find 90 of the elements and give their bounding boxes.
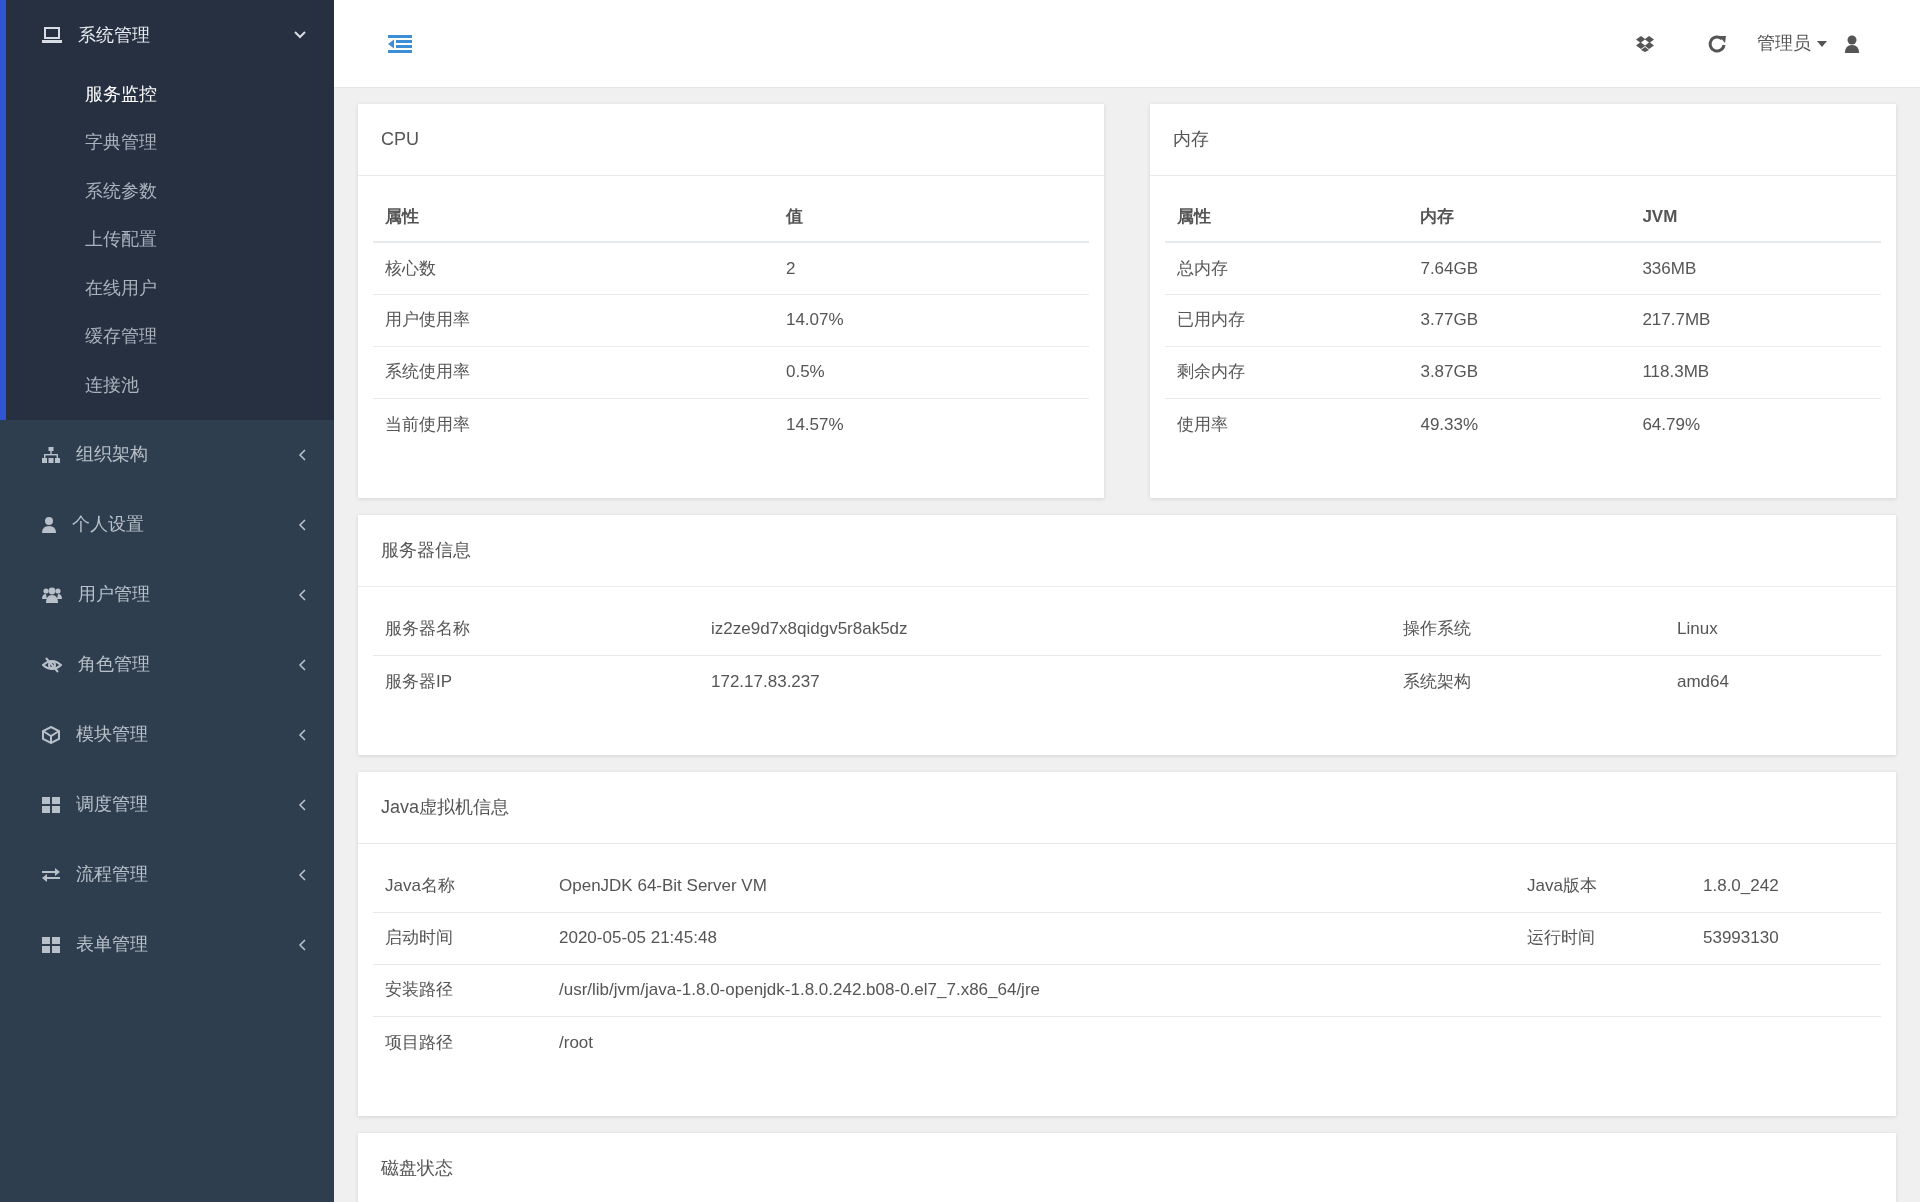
table-cell: 剩余内存: [1165, 346, 1409, 398]
exchange-icon: [42, 867, 60, 882]
person-icon: [42, 516, 56, 533]
submenu-item[interactable]: 字典管理: [6, 118, 334, 167]
table-cell: 已用内存: [1165, 294, 1409, 346]
chevron-left-icon: [298, 518, 306, 531]
sitemap-icon: [42, 446, 60, 463]
chevron-left-icon: [298, 868, 306, 881]
sidebar-menu-item[interactable]: 组织架构: [6, 419, 334, 490]
table-cell: 项目路径: [373, 1016, 547, 1068]
submenu-item[interactable]: 上传配置: [6, 215, 334, 264]
table-cell: 系统架构: [1391, 655, 1665, 707]
sidebar-menu-item[interactable]: 模块管理: [6, 699, 334, 770]
table-cell: 3.77GB: [1408, 294, 1631, 346]
chevron-left-icon: [298, 798, 306, 811]
table-cell: 64.79%: [1630, 398, 1881, 450]
panel-title: 服务器信息: [381, 539, 471, 562]
chevron-left-icon: [298, 448, 306, 461]
grid-icon: [42, 936, 60, 953]
panel-title: 内存: [1173, 128, 1209, 151]
table-cell: /usr/lib/jvm/java-1.8.0-openjdk-1.8.0.242.b08-0.el7_7.x86_64/jre: [547, 964, 1515, 1016]
menu-toggle-icon[interactable]: [388, 34, 412, 53]
table-cell: 系统使用率: [373, 346, 774, 398]
laptop-icon: [42, 27, 62, 43]
table-cell: 总内存: [1165, 242, 1409, 294]
table-cell: Java名称: [373, 860, 547, 912]
column-header: 值: [773, 192, 1089, 242]
box-icon[interactable]: [1636, 35, 1654, 52]
table-cell: 2: [773, 242, 1089, 294]
sidebar-menu-item[interactable]: 系统管理: [6, 0, 334, 70]
sidebar-menu-item[interactable]: 角色管理: [6, 629, 334, 700]
table-cell: 14.07%: [773, 294, 1089, 346]
refresh-icon[interactable]: [1707, 33, 1727, 54]
sidebar-menu-item[interactable]: 调度管理: [6, 769, 334, 840]
table-cell: 14.57%: [773, 398, 1089, 450]
table-cell: 启动时间: [373, 912, 547, 964]
table-cell: 53993130: [1691, 912, 1881, 964]
table-cell: 49.33%: [1408, 398, 1631, 450]
caret-icon: [1817, 40, 1827, 47]
column-header: 属性: [373, 192, 774, 242]
chevron-left-icon: [298, 938, 306, 951]
table-cell: 336MB: [1630, 242, 1881, 294]
submenu-item[interactable]: 缓存管理: [6, 312, 334, 361]
table-cell: /root: [547, 1016, 1515, 1068]
table-cell: 1.8.0_242: [1691, 860, 1881, 912]
table-cell: 用户使用率: [373, 294, 774, 346]
submenu-item[interactable]: 系统参数: [6, 167, 334, 216]
chevron-left-icon: [298, 658, 306, 671]
table-cell: 服务器名称: [373, 603, 699, 655]
table-cell: 核心数: [373, 242, 774, 294]
table-cell: 当前使用率: [373, 398, 774, 450]
table-cell: 118.3MB: [1630, 346, 1881, 398]
user-icon[interactable]: [1845, 34, 1859, 53]
chevron-left-icon: [298, 728, 306, 741]
people-icon: [42, 586, 62, 603]
table-cell: 7.64GB: [1408, 242, 1631, 294]
grid-icon: [42, 796, 60, 813]
submenu-item[interactable]: 服务监控: [6, 70, 334, 119]
cube-icon: [42, 725, 60, 744]
panel-title: CPU: [381, 128, 419, 151]
panel-title: Java虚拟机信息: [381, 796, 510, 819]
user-menu[interactable]: 管理员: [1757, 30, 1827, 57]
sidebar-menu-item[interactable]: 表单管理: [6, 909, 334, 980]
chevron-left-icon: [298, 588, 306, 601]
chevron-down-icon: [294, 31, 306, 39]
table-cell: 操作系统: [1391, 603, 1665, 655]
eye-slash-icon: [42, 656, 62, 673]
table-cell: 2020-05-05 21:45:48: [547, 912, 1515, 964]
table-cell: Linux: [1665, 603, 1881, 655]
sidebar-menu-item[interactable]: 个人设置: [6, 489, 334, 560]
table-cell: 安装路径: [373, 964, 547, 1016]
submenu-item[interactable]: 在线用户: [6, 264, 334, 313]
panel-title: 磁盘状态: [381, 1157, 453, 1180]
table-cell: 服务器IP: [373, 655, 699, 707]
table-cell: Java版本: [1515, 860, 1691, 912]
table-cell: 使用率: [1165, 398, 1409, 450]
submenu-item[interactable]: 连接池: [6, 361, 334, 410]
table-cell: 3.87GB: [1408, 346, 1631, 398]
column-header: JVM: [1630, 192, 1881, 242]
sidebar-menu-item[interactable]: 用户管理: [6, 559, 334, 630]
table-cell: amd64: [1665, 655, 1881, 707]
table-cell: 217.7MB: [1630, 294, 1881, 346]
table-cell: 172.17.83.237: [699, 655, 1391, 707]
table-cell: iz2ze9d7x8qidgv5r8ak5dz: [699, 603, 1391, 655]
column-header: 内存: [1408, 192, 1631, 242]
table-cell: OpenJDK 64-Bit Server VM: [547, 860, 1515, 912]
table-cell: 0.5%: [773, 346, 1089, 398]
table-cell: 运行时间: [1515, 912, 1691, 964]
column-header: 属性: [1165, 192, 1409, 242]
sidebar-menu-item[interactable]: 流程管理: [6, 839, 334, 910]
